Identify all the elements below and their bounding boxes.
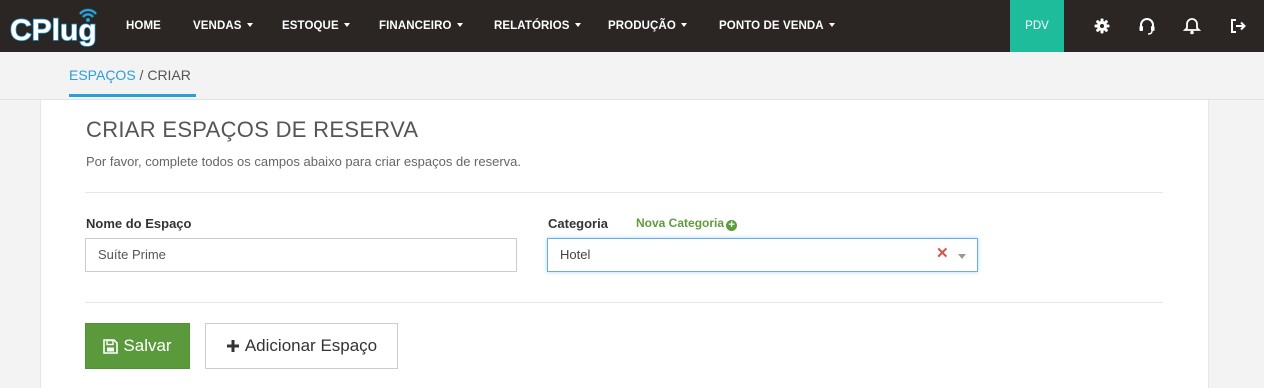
pdv-button[interactable]: PDV: [1010, 0, 1064, 52]
nav-ponto-de-venda[interactable]: PONTO DE VENDA: [719, 0, 835, 52]
nav-producao-label: PRODUÇÃO: [608, 20, 676, 32]
breadcrumb-espacos-link[interactable]: ESPAÇOS: [69, 67, 136, 83]
gear-icon[interactable]: [1092, 16, 1112, 36]
new-category-link[interactable]: Nova Categoria +: [636, 216, 738, 231]
plus-circle-icon: +: [726, 220, 738, 231]
caret-down-icon: [828, 22, 835, 27]
page-title: CRIAR ESPAÇOS DE RESERVA: [86, 117, 419, 142]
nav-producao[interactable]: PRODUÇÃO: [608, 0, 687, 52]
caret-down-icon: [680, 22, 687, 27]
add-space-button[interactable]: Adicionar Espaço: [205, 323, 398, 369]
save-button-label: Salvar: [123, 336, 172, 355]
category-select[interactable]: Hotel ✕: [547, 238, 978, 272]
logo-text: CPlug: [10, 14, 97, 47]
new-category-label: Nova Categoria: [636, 216, 725, 230]
add-space-button-label: Adicionar Espaço: [244, 336, 378, 355]
divider-bottom: [85, 302, 1163, 303]
nav-financeiro[interactable]: FINANCEIRO: [379, 0, 463, 52]
nav-vendas-label: VENDAS: [193, 20, 242, 32]
nav-estoque[interactable]: ESTOQUE: [282, 0, 350, 52]
logout-icon[interactable]: [1228, 16, 1248, 36]
caret-down-icon: [246, 22, 253, 27]
breadcrumb-bar: ESPAÇOS / CRIAR: [0, 52, 1264, 100]
breadcrumb-current: CRIAR: [147, 67, 191, 83]
breadcrumb-active-underline: [69, 94, 196, 97]
caret-down-icon: [456, 22, 463, 27]
divider-top: [85, 192, 1163, 193]
space-name-input[interactable]: Suíte Prime: [85, 238, 517, 272]
headset-icon[interactable]: [1137, 16, 1157, 36]
nav-vendas[interactable]: VENDAS: [193, 0, 253, 52]
bell-icon[interactable]: [1182, 16, 1202, 36]
top-navbar: CPlug HOME VENDAS ESTOQUE FINANCEIRO REL…: [0, 0, 1264, 52]
nav-ponto-de-venda-label: PONTO DE VENDA: [719, 20, 824, 32]
clear-icon[interactable]: ✕: [936, 244, 949, 262]
caret-down-icon: [574, 22, 581, 27]
plus-icon: [226, 339, 240, 353]
nav-financeiro-label: FINANCEIRO: [379, 20, 452, 32]
category-label: Categoria: [548, 216, 608, 231]
breadcrumb-separator: /: [135, 67, 148, 83]
caret-down-icon: [343, 22, 350, 27]
cplug-logo[interactable]: CPlug: [10, 4, 106, 48]
chevron-down-icon[interactable]: [958, 254, 966, 259]
page-subtitle: Por favor, complete todos os campos abai…: [86, 154, 521, 169]
nav-relatorios[interactable]: RELATÓRIOS: [494, 0, 581, 52]
nav-home[interactable]: HOME: [126, 0, 161, 52]
space-name-label: Nome do Espaço: [86, 216, 192, 231]
nav-relatorios-label: RELATÓRIOS: [494, 20, 570, 32]
category-selected-value: Hotel: [560, 247, 591, 262]
floppy-disk-icon: [103, 338, 119, 354]
nav-estoque-label: ESTOQUE: [282, 20, 339, 32]
nav-home-label: HOME: [126, 20, 161, 32]
save-button[interactable]: Salvar: [85, 323, 190, 369]
breadcrumb: ESPAÇOS / CRIAR: [69, 67, 191, 83]
